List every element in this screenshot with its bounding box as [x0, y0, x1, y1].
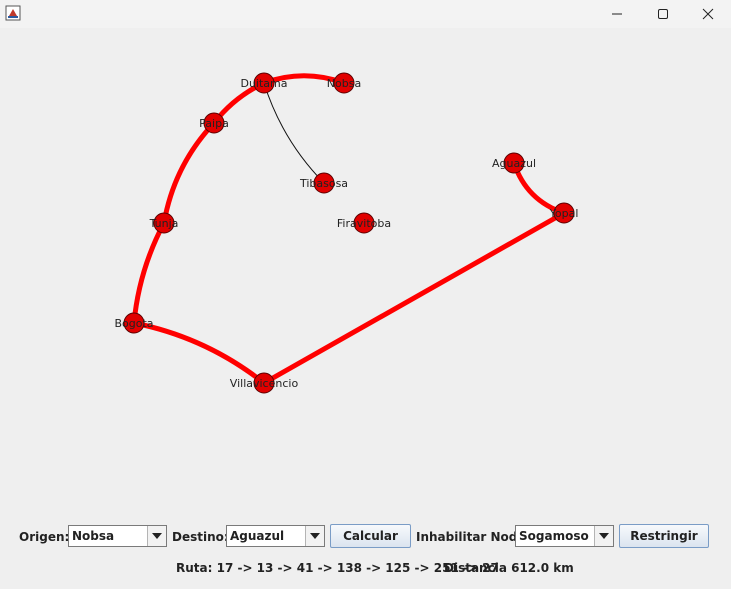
route-edge: [131, 320, 267, 386]
node-label: Aguazul: [492, 157, 536, 170]
destino-label: Destino:: [172, 530, 229, 544]
node-label: Bogota: [114, 317, 153, 330]
origen-label: Origen:: [19, 530, 70, 544]
graph-node-paipa[interactable]: Paipa: [199, 112, 229, 134]
node-label: Firavitoba: [337, 217, 391, 230]
destino-value: Aguazul: [230, 529, 285, 543]
maximize-icon: [658, 9, 668, 19]
route-edge: [261, 210, 567, 386]
graph-node-tibasosa[interactable]: Tibasosa: [299, 172, 348, 194]
route-edge: [161, 120, 217, 226]
maximize-button[interactable]: [640, 0, 686, 28]
graph-node-villavicencio[interactable]: Villavicencio: [230, 372, 299, 394]
minimize-icon: [612, 13, 622, 15]
chevron-down-icon[interactable]: [305, 526, 324, 546]
close-button[interactable]: [685, 0, 731, 28]
node-label: Nobsa: [327, 77, 361, 90]
control-panel: Origen: Nobsa Destino: Aguazul Calcular …: [0, 520, 731, 589]
graph-edge: [263, 82, 325, 184]
node-label: Duitama: [240, 77, 287, 90]
distance-text: Distancia 612.0 km: [444, 561, 574, 575]
origen-select[interactable]: Nobsa: [68, 525, 167, 547]
minimize-button[interactable]: [594, 0, 640, 28]
restringir-button[interactable]: Restringir: [619, 524, 709, 548]
node-label: Paipa: [199, 117, 229, 130]
inhabilitar-label: Inhabilitar Nodo:: [416, 530, 531, 544]
graph-node-nobsa[interactable]: Nobsa: [327, 72, 361, 94]
calcular-button[interactable]: Calcular: [330, 524, 411, 548]
route-edge: [131, 220, 167, 326]
origen-value: Nobsa: [72, 529, 115, 543]
graph-node-bogota[interactable]: Bogota: [114, 312, 154, 334]
java-app-icon: [5, 5, 21, 21]
node-label: Tunja: [149, 217, 179, 230]
graph-node-tunja[interactable]: Tunja: [149, 212, 179, 234]
inhabilitar-select[interactable]: Sogamoso: [515, 525, 614, 547]
node-label: Tibasosa: [299, 177, 348, 190]
graph-node-aguazul[interactable]: Aguazul: [492, 152, 536, 174]
close-icon: [702, 8, 714, 20]
graph-node-firavitoba[interactable]: Firavitoba: [337, 212, 391, 234]
route-edge: [511, 160, 567, 216]
chevron-down-icon[interactable]: [147, 526, 166, 546]
inhabilitar-value: Sogamoso: [519, 529, 589, 543]
graph-canvas: Duitama Nobsa Paipa Tibasosa Aguazul Tunja Fir…: [114, 72, 579, 394]
chevron-down-icon[interactable]: [594, 526, 613, 546]
destino-select[interactable]: Aguazul: [226, 525, 325, 547]
node-label: Yopal: [549, 207, 579, 220]
title-bar: [0, 0, 731, 28]
node-label: Villavicencio: [230, 377, 299, 390]
